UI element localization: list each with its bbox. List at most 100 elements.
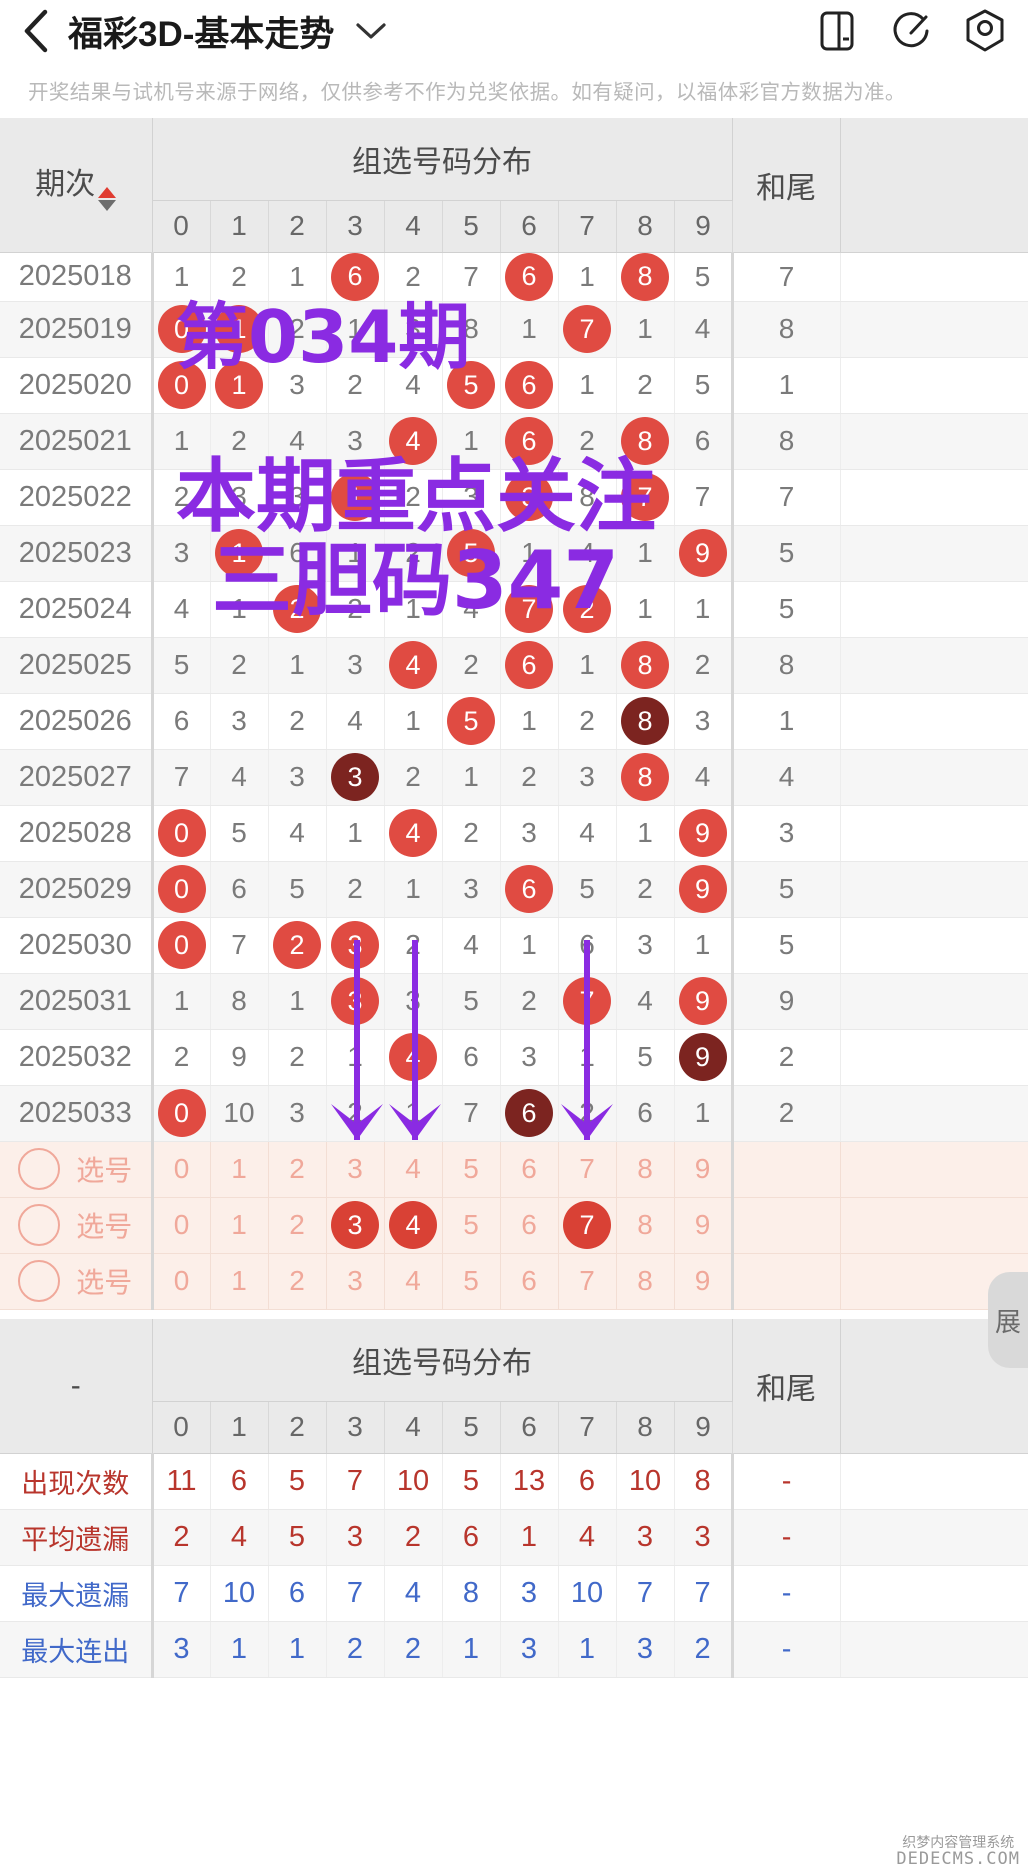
cell-digit-4[interactable]: 1: [384, 861, 443, 918]
pick-cell-0[interactable]: 0: [152, 1141, 211, 1198]
cell-digit-8[interactable]: 2: [616, 861, 675, 918]
period-column-header[interactable]: 期次: [0, 118, 153, 253]
cell-digit-0[interactable]: 0: [152, 357, 211, 414]
cell-digit-9[interactable]: 9: [674, 973, 733, 1030]
pick-cell-2[interactable]: 2: [268, 1253, 327, 1310]
cell-digit-6[interactable]: 3: [500, 469, 559, 526]
cell-digit-5[interactable]: 3: [442, 469, 501, 526]
cell-digit-7[interactable]: 8: [558, 469, 617, 526]
cell-digit-9[interactable]: 3: [674, 693, 733, 750]
pick-cell-8[interactable]: 8: [616, 1197, 675, 1254]
pick-row-label-cell[interactable]: 选号: [0, 1197, 154, 1254]
cell-digit-3[interactable]: 4: [326, 693, 385, 750]
cell-digit-5[interactable]: 1: [442, 413, 501, 470]
cell-digit-4[interactable]: 3: [384, 973, 443, 1030]
pick-cell-9[interactable]: 9: [674, 1141, 733, 1198]
cell-digit-5[interactable]: 7: [442, 1085, 501, 1142]
cell-digit-0[interactable]: 2: [152, 1029, 211, 1086]
pick-cell-0[interactable]: 0: [152, 1253, 211, 1310]
cell-digit-1[interactable]: 10: [210, 1085, 269, 1142]
cell-digit-6[interactable]: 3: [500, 805, 559, 862]
cell-digit-8[interactable]: 6: [616, 1085, 675, 1142]
cell-digit-1[interactable]: 1: [210, 357, 269, 414]
cell-digit-7[interactable]: 2: [558, 413, 617, 470]
pick-row-label-cell[interactable]: 选号: [0, 1141, 154, 1198]
cell-digit-2[interactable]: 1: [268, 973, 327, 1030]
cell-digit-5[interactable]: 5: [442, 357, 501, 414]
cell-digit-9[interactable]: 1: [674, 917, 733, 974]
cell-digit-2[interactable]: 3: [268, 1085, 327, 1142]
cell-digit-3[interactable]: 3: [326, 917, 385, 974]
cell-digit-5[interactable]: 3: [442, 861, 501, 918]
cell-digit-4[interactable]: 4: [384, 1029, 443, 1086]
pick-cell-6[interactable]: 6: [500, 1197, 559, 1254]
pick-cell-2[interactable]: 2: [268, 1197, 327, 1254]
cell-digit-0[interactable]: 6: [152, 693, 211, 750]
cell-digit-8[interactable]: 1: [616, 581, 675, 638]
cell-digit-3[interactable]: 1: [326, 805, 385, 862]
cell-digit-7[interactable]: 6: [558, 917, 617, 974]
cell-digit-7[interactable]: 3: [558, 749, 617, 806]
cell-digit-9[interactable]: 4: [674, 749, 733, 806]
cell-digit-7[interactable]: 4: [558, 805, 617, 862]
cell-digit-6[interactable]: 1: [500, 693, 559, 750]
split-screen-icon[interactable]: [808, 8, 866, 54]
cell-digit-5[interactable]: 4: [442, 917, 501, 974]
cell-digit-9[interactable]: 6: [674, 413, 733, 470]
cell-digit-0[interactable]: 1: [152, 973, 211, 1030]
cell-digit-6[interactable]: 1: [500, 917, 559, 974]
cell-digit-2[interactable]: 2: [268, 301, 327, 358]
cell-digit-3[interactable]: 1: [326, 1029, 385, 1086]
cell-digit-4[interactable]: 3: [384, 301, 443, 358]
pick-radio-icon[interactable]: [18, 1148, 61, 1190]
cell-digit-4[interactable]: 2: [384, 252, 443, 302]
cell-digit-4[interactable]: 2: [384, 917, 443, 974]
share-icon[interactable]: [882, 8, 940, 54]
cell-digit-5[interactable]: 2: [442, 805, 501, 862]
pick-cell-5[interactable]: 5: [442, 1197, 501, 1254]
cell-digit-2[interactable]: 2: [268, 581, 327, 638]
cell-digit-6[interactable]: 6: [500, 1085, 559, 1142]
pick-cell-5[interactable]: 5: [442, 1141, 501, 1198]
cell-digit-6[interactable]: 1: [500, 301, 559, 358]
cell-digit-7[interactable]: 1: [558, 637, 617, 694]
cell-digit-9[interactable]: 9: [674, 1029, 733, 1086]
cell-digit-9[interactable]: 7: [674, 469, 733, 526]
cell-digit-1[interactable]: 7: [210, 917, 269, 974]
pick-cell-5[interactable]: 5: [442, 1253, 501, 1310]
pick-radio-icon[interactable]: [18, 1260, 61, 1302]
pick-cell-0[interactable]: 0: [152, 1197, 211, 1254]
cell-digit-4[interactable]: 2: [384, 749, 443, 806]
cell-digit-1[interactable]: 2: [210, 413, 269, 470]
cell-digit-5[interactable]: 1: [442, 749, 501, 806]
cell-digit-2[interactable]: 5: [268, 861, 327, 918]
cell-digit-3[interactable]: 3: [326, 749, 385, 806]
cell-digit-0[interactable]: 0: [152, 1085, 211, 1142]
pick-cell-3[interactable]: 3: [326, 1197, 385, 1254]
cell-digit-9[interactable]: 4: [674, 301, 733, 358]
cell-digit-1[interactable]: 3: [210, 469, 269, 526]
cell-digit-6[interactable]: 2: [500, 749, 559, 806]
pick-cell-8[interactable]: 8: [616, 1141, 675, 1198]
pick-row-label-cell[interactable]: 选号: [0, 1253, 154, 1310]
cell-digit-2[interactable]: 4: [268, 413, 327, 470]
cell-digit-4[interactable]: 1: [384, 1085, 443, 1142]
cell-digit-8[interactable]: 2: [616, 357, 675, 414]
cell-digit-1[interactable]: 8: [210, 973, 269, 1030]
cell-digit-7[interactable]: 1: [558, 252, 617, 302]
cell-digit-7[interactable]: 1: [558, 357, 617, 414]
cell-digit-6[interactable]: 6: [500, 637, 559, 694]
sort-toggle-icon[interactable]: [98, 186, 117, 211]
cell-digit-4[interactable]: 4: [384, 357, 443, 414]
cell-digit-0[interactable]: 1: [152, 252, 211, 302]
cell-digit-3[interactable]: 3: [326, 413, 385, 470]
cell-digit-7[interactable]: 2: [558, 693, 617, 750]
cell-digit-4[interactable]: 4: [384, 805, 443, 862]
pick-cell-3[interactable]: 3: [326, 1141, 385, 1198]
cell-digit-5[interactable]: 5: [442, 693, 501, 750]
cell-digit-2[interactable]: 2: [268, 917, 327, 974]
cell-digit-8[interactable]: 7: [616, 469, 675, 526]
cell-digit-2[interactable]: 6: [268, 525, 327, 582]
cell-digit-4[interactable]: 1: [384, 581, 443, 638]
pick-cell-6[interactable]: 6: [500, 1253, 559, 1310]
